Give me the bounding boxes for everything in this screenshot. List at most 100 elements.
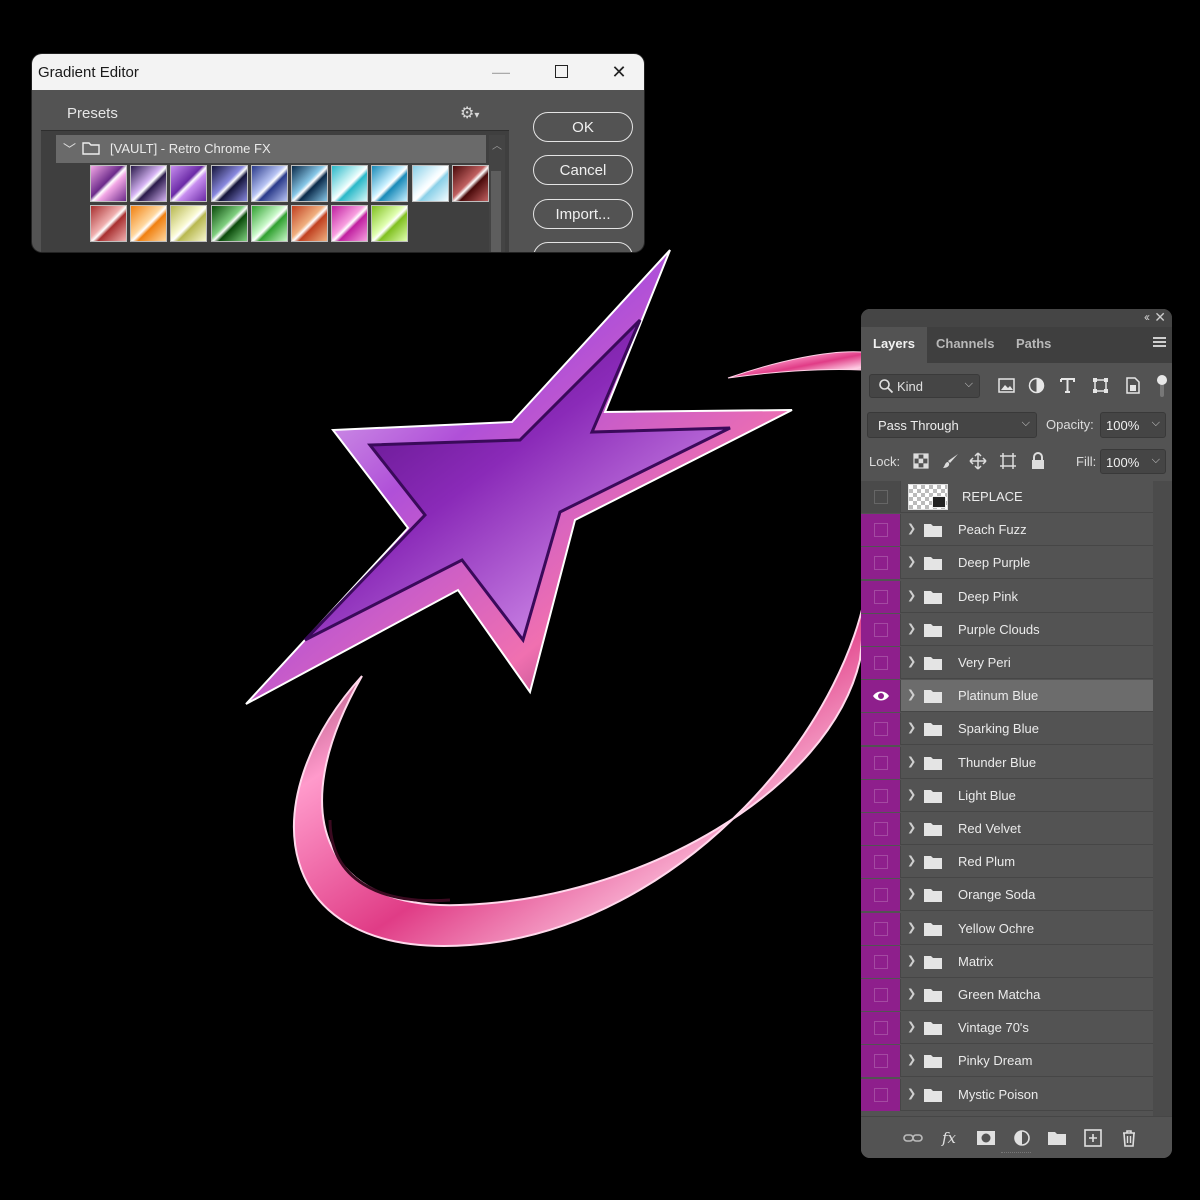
layer-row[interactable]: ❯ Sparking Blue — [861, 713, 1153, 746]
chevron-right-icon[interactable]: ❯ — [907, 721, 916, 734]
chevron-right-icon[interactable]: ❯ — [907, 921, 916, 934]
fill-input[interactable]: 100% ⌵ — [1100, 449, 1166, 474]
visibility-toggle[interactable] — [861, 813, 901, 845]
visibility-toggle[interactable] — [861, 481, 901, 513]
title-bar[interactable]: Gradient Editor — ✕ — [32, 54, 644, 90]
layer-row[interactable]: ❯ Very Peri — [861, 647, 1153, 679]
gradient-swatch[interactable] — [130, 165, 168, 202]
panel-menu-icon[interactable] — [1153, 337, 1166, 349]
chevron-right-icon[interactable]: ❯ — [907, 854, 916, 867]
tab-layers[interactable]: Layers — [861, 327, 927, 363]
delete-icon[interactable] — [1119, 1129, 1139, 1147]
adjustment-filter-icon[interactable] — [1027, 376, 1046, 395]
visibility-toggle[interactable] — [861, 713, 901, 746]
gradient-swatch[interactable] — [90, 165, 127, 202]
visibility-toggle[interactable] — [861, 1078, 901, 1111]
layer-row[interactable]: ❯ Peach Fuzz — [861, 514, 1153, 547]
fx-icon[interactable]: fx — [941, 1129, 961, 1147]
layer-row[interactable]: ❯ Platinum Blue — [861, 680, 1153, 713]
chevron-down-icon[interactable]: ﹀ — [63, 139, 76, 158]
resize-grip[interactable] — [1001, 1152, 1031, 1156]
gradient-swatch[interactable] — [170, 165, 208, 202]
gradient-swatch[interactable] — [331, 205, 369, 242]
chevron-down-icon[interactable]: ⌵ — [1152, 417, 1160, 430]
gradient-swatch[interactable] — [90, 205, 127, 242]
layer-row[interactable]: ❯ Vintage 70's — [861, 1012, 1153, 1045]
gradient-swatch[interactable] — [130, 205, 168, 242]
filter-toggle-track[interactable] — [1160, 383, 1164, 397]
chevron-right-icon[interactable]: ❯ — [907, 555, 916, 568]
visibility-toggle[interactable] — [861, 680, 901, 713]
gradient-swatch[interactable] — [170, 205, 208, 242]
visibility-toggle[interactable] — [861, 580, 901, 613]
presets-list[interactable]: ﹀ [VAULT] - Retro Chrome FX ︿ — [41, 130, 509, 252]
lock-pixels-icon[interactable] — [942, 452, 960, 470]
chevron-right-icon[interactable]: ❯ — [907, 954, 916, 967]
pixel-filter-icon[interactable] — [997, 376, 1016, 395]
layer-row[interactable]: ❯ Deep Pink — [861, 580, 1153, 613]
scrollbar-thumb[interactable] — [491, 171, 501, 252]
chevron-right-icon[interactable]: ❯ — [907, 688, 916, 701]
layer-row[interactable]: ❯ Deep Purple — [861, 547, 1153, 580]
layer-row[interactable]: ❯ Green Matcha — [861, 979, 1153, 1011]
maximize-icon[interactable] — [538, 54, 584, 90]
link-layers-icon[interactable] — [903, 1129, 923, 1147]
visibility-toggle[interactable] — [861, 846, 901, 879]
visibility-toggle[interactable] — [861, 1045, 901, 1078]
layer-row[interactable]: ❯ Pinky Dream — [861, 1045, 1153, 1078]
chevron-right-icon[interactable]: ❯ — [907, 1053, 916, 1066]
gear-icon[interactable]: ⚙▾ — [460, 103, 479, 123]
import-button[interactable]: Import... — [533, 199, 633, 229]
gradient-swatch[interactable] — [411, 165, 449, 202]
gradient-swatch[interactable] — [371, 205, 409, 242]
layer-row[interactable]: ❯ Mystic Poison — [861, 1078, 1153, 1111]
layer-row[interactable]: ❯ Red Velvet — [861, 813, 1153, 845]
gradient-swatch[interactable] — [291, 205, 328, 242]
chevron-right-icon[interactable]: ❯ — [907, 655, 916, 668]
lock-transparency-icon[interactable] — [912, 452, 930, 470]
visibility-toggle[interactable] — [861, 613, 901, 646]
collapse-icon[interactable]: ‹‹ — [1144, 310, 1150, 324]
chevron-right-icon[interactable]: ❯ — [907, 755, 916, 768]
visibility-toggle[interactable] — [861, 1012, 901, 1045]
layer-mask-icon[interactable] — [976, 1129, 996, 1147]
lock-position-icon[interactable] — [969, 452, 987, 470]
lock-artboard-icon[interactable] — [999, 452, 1017, 470]
adjustment-layer-icon[interactable] — [1012, 1129, 1032, 1147]
layer-row[interactable]: ❯ Purple Clouds — [861, 613, 1153, 646]
opacity-input[interactable]: 100% ⌵ — [1100, 412, 1166, 438]
chevron-right-icon[interactable]: ❯ — [907, 821, 916, 834]
gradient-swatch[interactable] — [210, 205, 248, 242]
close-icon[interactable]: ✕ — [596, 54, 642, 90]
chevron-right-icon[interactable]: ❯ — [907, 788, 916, 801]
chevron-up-icon[interactable]: ︿ — [492, 137, 502, 152]
export-button[interactable] — [533, 242, 633, 252]
chevron-down-icon[interactable]: ⌵ — [1152, 454, 1160, 467]
chevron-right-icon[interactable]: ❯ — [907, 1020, 916, 1033]
filter-toggle[interactable] — [1157, 375, 1167, 385]
gradient-swatch[interactable] — [250, 165, 288, 202]
tab-paths[interactable]: Paths — [1004, 327, 1063, 363]
minimize-icon[interactable]: — — [478, 54, 524, 90]
visibility-toggle[interactable] — [861, 547, 901, 580]
new-group-icon[interactable] — [1047, 1129, 1067, 1147]
visibility-toggle[interactable] — [861, 779, 901, 812]
visibility-toggle[interactable] — [861, 979, 901, 1011]
ok-button[interactable]: OK — [533, 112, 633, 142]
layer-row[interactable]: ❯ Light Blue — [861, 779, 1153, 812]
chevron-right-icon[interactable]: ❯ — [907, 987, 916, 1000]
layer-row[interactable]: REPLACE — [861, 481, 1153, 513]
close-icon[interactable]: ✕ — [1154, 309, 1166, 326]
gradient-swatch[interactable] — [371, 165, 409, 202]
preset-group-row[interactable]: ﹀ [VAULT] - Retro Chrome FX — [56, 135, 486, 163]
tab-channels[interactable]: Channels — [924, 327, 1007, 363]
scrollbar[interactable] — [1153, 481, 1172, 1116]
visibility-toggle[interactable] — [861, 647, 901, 679]
cancel-button[interactable]: Cancel — [533, 155, 633, 185]
visibility-toggle[interactable] — [861, 514, 901, 547]
smart-object-filter-icon[interactable] — [1123, 376, 1142, 395]
gradient-swatch[interactable] — [250, 205, 288, 242]
layer-row[interactable]: ❯ Red Plum — [861, 846, 1153, 879]
chevron-right-icon[interactable]: ❯ — [907, 887, 916, 900]
shape-filter-icon[interactable] — [1091, 376, 1110, 395]
